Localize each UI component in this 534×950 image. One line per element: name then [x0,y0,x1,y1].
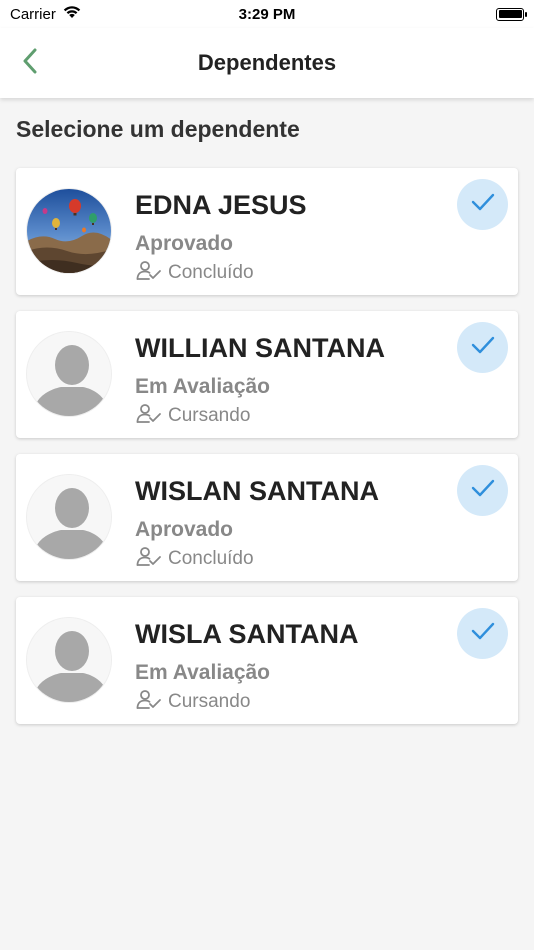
user-check-icon [136,689,162,715]
dependent-card[interactable]: WISLA SANTANA Em Avaliação Cursando [16,597,518,724]
nav-bar: Dependentes [0,28,534,98]
section-title: Selecione um dependente [16,116,300,142]
page-title: Dependentes [197,50,337,75]
dependent-card[interactable]: WILLIAN SANTANA Em Avaliação Cursando [16,311,518,438]
checkmark-icon [471,479,495,502]
back-button[interactable] [16,46,44,80]
course-status-label: Concluído [168,262,254,283]
battery-icon [496,7,527,21]
dependent-name: WISLAN SANTANA [135,476,379,506]
avatar-placeholder [26,331,112,417]
wifi-icon [62,5,82,23]
avatar-placeholder [26,474,112,560]
carrier-label: Carrier [10,5,56,23]
avatar-photo [26,188,112,274]
dependent-status: Em Avaliação [135,375,271,398]
status-left: Carrier [10,5,82,23]
checkmark-icon [471,336,495,359]
course-status-label: Cursando [168,691,251,712]
dependent-name: WILLIAN SANTANA [135,333,385,363]
dependent-status: Aprovado [135,232,234,255]
user-check-icon [136,260,162,286]
dependents-list: EDNA JESUS Aprovado Concluído WILLIAN SA… [16,168,518,740]
course-status: Cursando [136,403,250,429]
avatar-placeholder [26,617,112,703]
checkmark-icon [471,193,495,216]
user-check-icon [136,403,162,429]
dependent-card[interactable]: WISLAN SANTANA Aprovado Concluído [16,454,518,581]
select-check-button[interactable] [457,608,508,659]
select-check-button[interactable] [457,179,508,230]
course-status: Concluído [136,260,254,286]
chevron-left-icon [22,48,38,79]
dependent-name: EDNA JESUS [135,190,307,220]
select-check-button[interactable] [457,322,508,373]
user-check-icon [136,546,162,572]
course-status: Concluído [136,546,254,572]
dependent-status: Aprovado [135,518,234,541]
dependent-name: WISLA SANTANA [135,619,359,649]
course-status-label: Cursando [168,405,251,426]
select-check-button[interactable] [457,465,508,516]
checkmark-icon [471,622,495,645]
course-status: Cursando [136,689,250,715]
status-bar: Carrier 3:29 PM [0,0,534,28]
dependent-status: Em Avaliação [135,661,271,684]
dependent-card[interactable]: EDNA JESUS Aprovado Concluído [16,168,518,295]
course-status-label: Concluído [168,548,254,569]
